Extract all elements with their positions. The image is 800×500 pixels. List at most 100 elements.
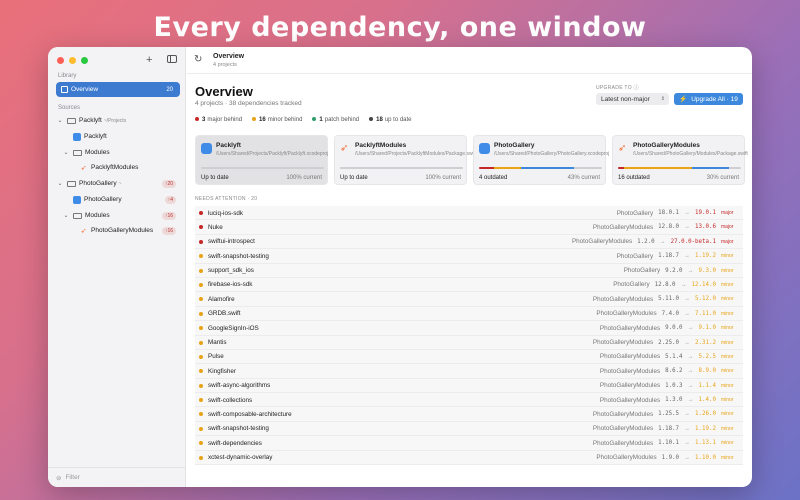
dependency-project: PhotoGalleryModules: [592, 223, 654, 231]
update-kind: minor: [721, 325, 734, 332]
sidebar-item-packlyftmodules-package[interactable]: ➶ PacklyftModules: [56, 160, 180, 175]
dependency-project: PhotoGalleryModules: [592, 425, 654, 433]
dependency-row[interactable]: Mantis PhotoGalleryModules 2.25.0 → 2.31.2 mi…: [195, 335, 743, 350]
chevron-down-icon[interactable]: ⌄: [62, 149, 70, 156]
upgrade-target-select[interactable]: Latest non-major ⇕: [596, 93, 669, 105]
dependency-row[interactable]: swift-async-algorithms PhotoGalleryModule…: [195, 378, 743, 394]
dependency-row[interactable]: swiftui-introspect PhotoGalleryModules 1.2…: [195, 234, 743, 250]
sidebar: + Library Overview 20 Sources ⌄ Packlyft…: [48, 47, 186, 487]
project-card[interactable]: PhotoGallery/Users/Shared/PhotoGallery/P…: [473, 135, 610, 185]
dependency-row[interactable]: swift-snapshot-testing PhotoGallery 1.18.7…: [195, 249, 743, 264]
info-icon[interactable]: ⓘ: [634, 85, 639, 91]
sidebar-toggle-icon[interactable]: [167, 55, 177, 63]
dependency-project: PhotoGalleryModules: [592, 339, 654, 347]
dependency-row[interactable]: Nuke PhotoGalleryModules 12.8.0 → 13.0.6 majo…: [195, 220, 743, 235]
dependency-row[interactable]: swift-composable-architecture PhotoGaller…: [195, 407, 743, 422]
dependency-row[interactable]: GRDB.swift PhotoGalleryModules 7.4.0 → 7.11.…: [195, 306, 743, 322]
current-version: 1.0.3: [665, 382, 683, 389]
arrow-right-icon: →: [684, 339, 691, 346]
dependency-name: Mantis: [208, 339, 227, 347]
chevron-down-icon[interactable]: ⌄: [56, 117, 64, 124]
current-version: 1.18.7: [658, 425, 680, 432]
arrow-right-icon: →: [680, 281, 687, 288]
currency-bar: [201, 167, 324, 169]
refresh-icon[interactable]: ↻: [194, 54, 202, 65]
arrow-right-icon: →: [684, 440, 691, 447]
dependency-row[interactable]: Pulse PhotoGalleryModules 5.1.4 → 5.2.5 minor: [195, 349, 743, 365]
current-version: 2.25.0: [658, 339, 680, 346]
current-version: 1.10.1: [658, 440, 680, 447]
project-card[interactable]: ➶ PhotoGalleryModules/Users/Shared/PhotoG…: [612, 135, 748, 185]
current-version: 12.8.0: [654, 281, 676, 288]
zoom-window-button[interactable]: [81, 57, 88, 64]
dependency-name: xctest-dynamic-overlay: [208, 454, 273, 462]
severity-dot-icon: [199, 254, 203, 259]
arrow-right-icon: →: [684, 296, 691, 303]
project-name: Packlyft: [216, 142, 241, 149]
update-kind: minor: [721, 353, 734, 360]
xcode-app-icon: [201, 143, 212, 154]
latest-version: 9.1.0: [698, 325, 716, 332]
arrow-right-icon: →: [687, 368, 694, 375]
dependency-row[interactable]: swift-snapshot-testing PhotoGalleryModule…: [195, 421, 743, 437]
dependency-name: swift-collections: [208, 396, 253, 404]
toolbar-title: Overview: [213, 53, 245, 60]
sidebar-item-packlyft-project[interactable]: ⌄ Packlyft ~/Projects: [56, 113, 180, 128]
status-legend: 3 major behind 16 minor behind 1 patch behind…: [195, 117, 412, 123]
update-kind: major: [721, 238, 734, 245]
project-path: /Users/Shared/PhotoGallery/PhotoGallery.…: [494, 151, 610, 157]
filter-icon: ⊜: [56, 474, 62, 482]
current-version: 5.11.0: [658, 296, 680, 303]
project-name: PhotoGalleryModules: [633, 142, 700, 149]
project-path: ~/Projects: [103, 117, 127, 124]
update-kind: minor: [721, 281, 734, 288]
chevron-down-icon[interactable]: ⌄: [56, 180, 64, 187]
project-card[interactable]: Packlyft/Users/Shared/Projects/Packlyft/…: [195, 135, 328, 185]
dependency-project: PhotoGalleryModules: [592, 410, 654, 418]
dependency-name: Nuke: [208, 223, 223, 231]
sidebar-item-overview[interactable]: Overview 20: [56, 82, 180, 97]
severity-dot-icon: [199, 354, 203, 359]
sidebar-item-packlyft-target[interactable]: Packlyft: [56, 129, 180, 144]
arrow-right-icon: →: [684, 425, 691, 432]
dependency-name: swift-dependencies: [208, 439, 262, 447]
update-kind: minor: [721, 253, 734, 260]
legend-item: 18 up to date: [369, 117, 412, 123]
dependency-name: swift-async-algorithms: [208, 382, 271, 390]
add-icon[interactable]: +: [146, 54, 152, 66]
dependency-row[interactable]: swift-collections PhotoGalleryModules 1.3.…: [195, 393, 743, 408]
dependency-row[interactable]: firebase-ios-sdk PhotoGallery 12.8.0 → 12.14…: [195, 277, 743, 293]
arrow-right-icon: →: [687, 382, 694, 389]
project-percent: 100% current: [425, 175, 461, 181]
severity-dot-icon: [199, 311, 203, 316]
chevron-down-icon[interactable]: ⌄: [62, 212, 70, 219]
bolt-icon: ⚡: [679, 96, 688, 103]
outdated-badge: ↑16: [161, 226, 176, 235]
close-window-button[interactable]: [57, 57, 64, 64]
dependency-row[interactable]: support_sdk_ios PhotoGallery 9.2.0 → 9.3.0 mi…: [195, 263, 743, 278]
latest-version: 19.0.1: [695, 210, 716, 216]
project-card[interactable]: ➶ PacklyftModules/Users/Shared/Projects/P…: [334, 135, 476, 185]
dependency-row[interactable]: swift-dependencies PhotoGalleryModules 1.1…: [195, 436, 743, 451]
dependency-row[interactable]: GoogleSignIn-iOS PhotoGalleryModules 9.0.0…: [195, 321, 743, 336]
dependency-row[interactable]: Alamofire PhotoGalleryModules 5.11.0 → 5.12.…: [195, 292, 743, 307]
severity-dot-icon: [199, 239, 203, 244]
dependency-row[interactable]: xctest-dynamic-overlay PhotoGalleryModule…: [195, 450, 743, 466]
project-name: PacklyftModules: [355, 142, 407, 149]
dependency-row[interactable]: luciq-ios-sdk PhotoGallery 18.0.1 → 19.0.1 ma…: [195, 206, 743, 221]
sidebar-item-photogallery-project[interactable]: ⌄ PhotoGallery ~ ↑20: [56, 176, 180, 191]
upgrade-all-button[interactable]: ⚡ Upgrade All · 19: [674, 93, 743, 105]
project-status: Up to date: [201, 175, 229, 181]
filter-field[interactable]: ⊜ Filter: [48, 467, 186, 487]
toolbar-subtitle: 4 projects: [213, 62, 237, 68]
minimize-window-button[interactable]: [69, 57, 76, 64]
sidebar-item-packlyft-modules[interactable]: ⌄ Modules: [56, 145, 180, 160]
status-dot-icon: [312, 117, 317, 122]
sidebar-item-photogallery-target[interactable]: PhotoGallery ↑4: [56, 192, 180, 207]
dependency-row[interactable]: Kingfisher PhotoGalleryModules 8.6.2 → 8.9.0…: [195, 364, 743, 379]
project-percent: 100% current: [286, 175, 322, 181]
severity-dot-icon: [199, 326, 203, 331]
sidebar-item-photogallery-modules[interactable]: ⌄ Modules ↑16: [56, 208, 180, 223]
arrow-right-icon: →: [684, 310, 691, 317]
sidebar-item-photogallerymodules-package[interactable]: ➶ PhotoGalleryModules ↑16: [56, 223, 180, 238]
